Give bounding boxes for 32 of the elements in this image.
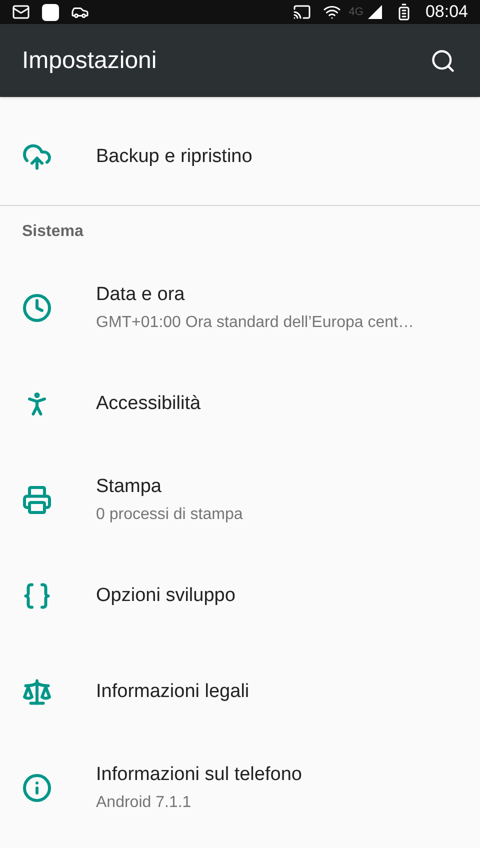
cloud-upload-icon <box>22 142 52 172</box>
settings-item[interactable]: Accessibilità <box>0 356 480 452</box>
clock-icon <box>22 293 52 323</box>
item-title: Informazioni legali <box>96 680 250 704</box>
section-header: Sistema <box>21 222 84 242</box>
network-type: 4G <box>348 4 364 20</box>
item-subtitle: 0 processi di stampa <box>96 505 243 526</box>
mail-icon <box>12 3 30 21</box>
settings-item[interactable]: Informazioni sul telefono Android 7.1.1 <box>0 740 480 836</box>
item-subtitle: GMT+01:00 Ora standard dell’Europa cent… <box>96 313 414 334</box>
settings-item[interactable]: Data e ora GMT+01:00 Ora standard dell’Europa cent… <box>0 260 480 356</box>
cast-icon <box>292 3 311 21</box>
notification-icon <box>42 4 59 20</box>
settings-item[interactable]: Opzioni sviluppo <box>0 548 480 644</box>
item-title: Opzioni sviluppo <box>96 584 236 608</box>
item-title: Data e ora <box>96 282 186 307</box>
item-title: Informazioni sul telefono <box>96 762 302 787</box>
clock-time: 08:04 <box>425 1 468 24</box>
settings-item[interactable]: Informazioni legali <box>0 644 480 740</box>
item-title: Accessibilità <box>96 392 201 416</box>
settings-item[interactable]: Backup e ripristino <box>0 109 480 205</box>
wifi-icon <box>322 3 341 21</box>
item-subtitle: Android 7.1.1 <box>96 793 192 814</box>
braces-icon <box>22 581 52 611</box>
signal-icon <box>367 4 384 20</box>
printer-icon <box>22 485 52 515</box>
settings-item[interactable]: Stampa 0 processi di stampa <box>0 452 480 548</box>
scales-icon <box>22 677 52 707</box>
item-title: Backup e ripristino <box>96 144 252 169</box>
item-title: Stampa <box>96 474 162 499</box>
info-icon <box>22 773 52 803</box>
toolbar-title: Impostazioni <box>22 46 158 76</box>
